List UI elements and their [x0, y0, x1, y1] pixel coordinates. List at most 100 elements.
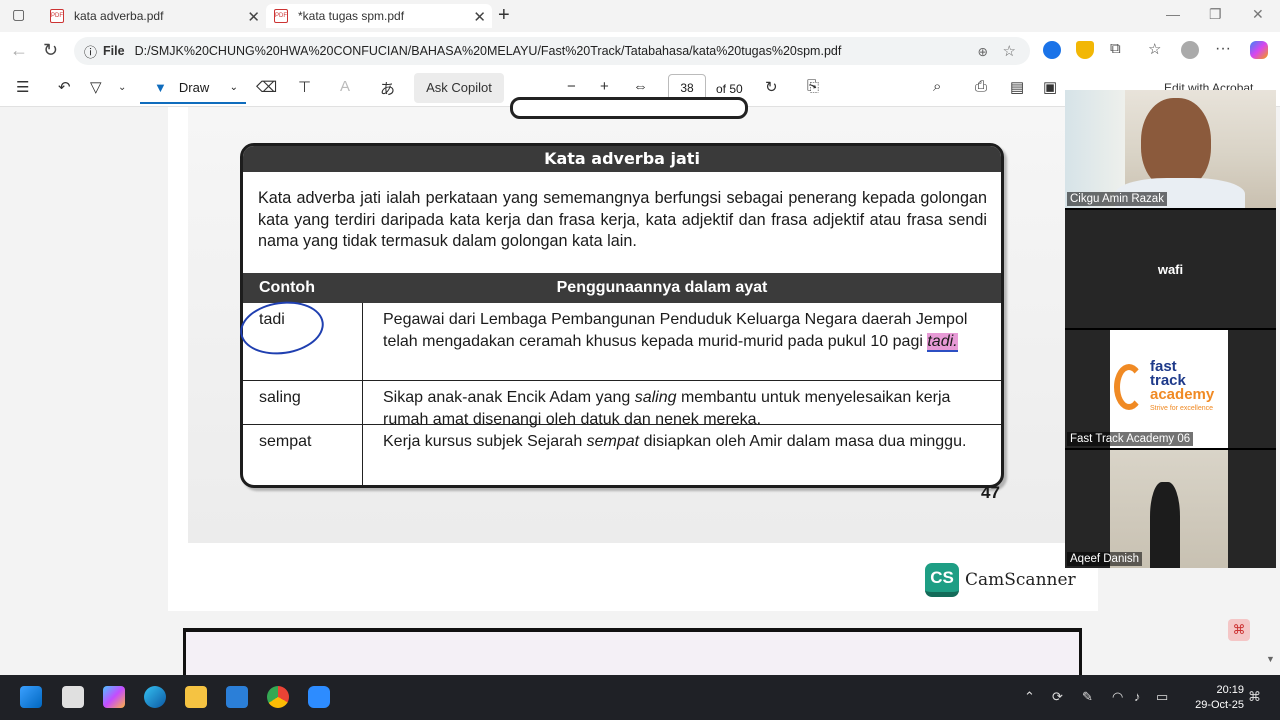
- close-tab-icon[interactable]: ✕: [247, 8, 260, 26]
- participant-face: [1141, 98, 1211, 190]
- emphasis-word: sempat: [586, 433, 640, 450]
- highlighted-word: tadi.: [927, 333, 958, 352]
- example-table: Contoh Penggunaannya dalam ayat tadi Peg…: [243, 273, 1001, 485]
- refresh-icon[interactable]: ↻: [43, 40, 58, 61]
- wifi-icon[interactable]: ◠: [1112, 689, 1123, 705]
- volume-icon[interactable]: ♪: [1134, 689, 1141, 704]
- zoom-out-icon[interactable]: −: [567, 78, 576, 95]
- url-text[interactable]: D:/SMJK%20CHUNG%20HWA%20CONFUCIAN/BAHASA…: [135, 44, 842, 58]
- page-view-icon[interactable]: ⎘: [807, 78, 819, 95]
- camscanner-watermark: CS CamScanner: [925, 563, 1076, 597]
- search-icon[interactable]: ⌕: [933, 78, 941, 95]
- file-explorer-icon[interactable]: [185, 686, 207, 708]
- undo-icon[interactable]: ↶: [58, 78, 71, 96]
- shield-extension-icon[interactable]: [1076, 41, 1094, 59]
- more-icon[interactable]: ···: [1215, 40, 1231, 58]
- address-bar-row: ← ↻ ⓘ File D:/SMJK%20CHUNG%20HWA%20CONFU…: [0, 32, 1280, 70]
- box-heading: Kata adverba jati: [243, 146, 1001, 172]
- back-icon[interactable]: ←: [10, 40, 28, 61]
- zoom-in-icon[interactable]: +: [600, 78, 609, 95]
- participant-tile[interactable]: fast track academy Strive for excellence…: [1065, 330, 1276, 448]
- ask-copilot-button[interactable]: Ask Copilot: [414, 73, 504, 103]
- copilot-icon[interactable]: [1250, 41, 1268, 59]
- start-icon[interactable]: [20, 686, 42, 708]
- clock[interactable]: 20:19 29-Oct-25: [1195, 683, 1244, 713]
- print-icon[interactable]: ⎙: [975, 78, 987, 95]
- example-sentence: Kerja kursus subjek Sejarah sempat disia…: [363, 425, 1001, 485]
- tab-kata-adverba[interactable]: PDF kata adverba.pdf ✕: [42, 4, 266, 28]
- text-box-icon[interactable]: ⊤: [298, 78, 311, 96]
- participant-name: Fast Track Academy 06: [1067, 432, 1194, 446]
- favorite-icon[interactable]: ☆: [1003, 42, 1016, 60]
- chevron-down-icon[interactable]: ⌄: [230, 82, 238, 93]
- sentence-text: Pegawai dari Lembaga Pembangunan Pendudu…: [383, 311, 968, 350]
- fast-track-logo: fast track academy Strive for excellence: [1110, 330, 1228, 448]
- content-box: Kata adverba jati Kata adverba jati iala…: [240, 143, 1004, 488]
- tab-title: kata adverba.pdf: [74, 9, 164, 23]
- fit-width-icon[interactable]: ⇔: [633, 78, 648, 95]
- notification-icon[interactable]: ⌘: [1248, 689, 1261, 705]
- edge-icon[interactable]: [144, 686, 166, 708]
- example-sentence: Sikap anak-anak Encik Adam yang saling m…: [363, 381, 1001, 428]
- acrobat-icon[interactable]: ⌘: [1228, 619, 1250, 641]
- header-penggunaan: Penggunaannya dalam ayat: [556, 279, 768, 296]
- close-tab-icon[interactable]: ✕: [473, 8, 486, 26]
- example-word: saling: [243, 381, 363, 424]
- zoom-app-icon[interactable]: [308, 686, 330, 708]
- pen-tray-icon[interactable]: ✎: [1082, 689, 1093, 705]
- task-view-icon[interactable]: [62, 686, 84, 708]
- translate-icon[interactable]: あ: [380, 78, 395, 99]
- favorites-icon[interactable]: ☆: [1148, 40, 1161, 58]
- file-scheme-label: File: [103, 44, 125, 58]
- chrome-icon[interactable]: [267, 686, 289, 708]
- extension-icon[interactable]: [1043, 41, 1061, 59]
- next-pdf-page: [183, 628, 1082, 676]
- example-word: sempat: [243, 425, 363, 485]
- zoom-icon[interactable]: ⊕: [978, 44, 988, 59]
- contents-icon[interactable]: ☰: [16, 78, 29, 96]
- silhouette: [1150, 482, 1180, 568]
- extensions-icon[interactable]: ⧉: [1110, 40, 1121, 57]
- draw-button[interactable]: ▼ Draw ⌄: [140, 73, 246, 104]
- participant-tile[interactable]: Aqeef Danish: [1065, 450, 1276, 568]
- pdf-icon: PDF: [274, 9, 288, 23]
- store-icon[interactable]: [226, 686, 248, 708]
- taskbar: ⌃ ⟳ ✎ ◠ ♪ ▭ 20:19 29-Oct-25 ⌘: [0, 675, 1280, 720]
- camscanner-text: CamScanner: [965, 570, 1076, 590]
- participant-name: wafi: [1157, 261, 1184, 277]
- scroll-down-icon[interactable]: ▼: [1266, 654, 1275, 664]
- previous-box-edge: [510, 97, 748, 119]
- save-icon[interactable]: ▤: [1010, 78, 1024, 96]
- show-hidden-icons-icon[interactable]: ⌃: [1024, 689, 1035, 705]
- tab-actions-icon[interactable]: ▢: [12, 6, 25, 23]
- sync-icon[interactable]: ⟳: [1052, 689, 1063, 705]
- save-as-icon[interactable]: ▣: [1043, 78, 1057, 96]
- pdf-page: Kata adverba jati Kata adverba jati iala…: [168, 97, 1098, 611]
- definition-text: Kata adverba jati ialah perkataan yang s…: [258, 189, 987, 250]
- info-icon[interactable]: ⓘ: [84, 42, 97, 61]
- chevron-down-icon[interactable]: ⌄: [118, 82, 126, 93]
- copilot-icon[interactable]: [103, 686, 125, 708]
- highlight-icon[interactable]: ▽: [90, 78, 102, 96]
- rotate-icon[interactable]: ↻: [765, 78, 778, 96]
- book-page-number: 47: [981, 483, 1000, 502]
- emphasis-word: saling: [634, 389, 677, 406]
- page-count: of 50: [716, 82, 743, 96]
- header-contoh: Contoh: [259, 279, 315, 296]
- camscanner-logo: CS: [925, 563, 959, 597]
- close-window-icon[interactable]: ✕: [1252, 6, 1264, 23]
- participant-tile[interactable]: Cikgu Amin Razak: [1065, 90, 1276, 208]
- tab-kata-tugas-spm[interactable]: PDF *kata tugas spm.pdf ✕: [266, 4, 492, 28]
- participant-tile[interactable]: wafi: [1065, 210, 1276, 328]
- minimize-icon[interactable]: —: [1166, 6, 1180, 22]
- maximize-icon[interactable]: ❐: [1209, 6, 1222, 23]
- new-tab-button[interactable]: +: [498, 4, 510, 27]
- address-bar[interactable]: ⓘ File D:/SMJK%20CHUNG%20HWA%20CONFUCIAN…: [74, 37, 1030, 65]
- battery-icon[interactable]: ▭: [1156, 689, 1168, 705]
- avatar[interactable]: [1181, 41, 1199, 59]
- date: 29-Oct-25: [1195, 699, 1244, 711]
- eraser-icon[interactable]: ⌫: [256, 78, 277, 96]
- time: 20:19: [1216, 684, 1244, 696]
- tab-title: *kata tugas spm.pdf: [298, 9, 405, 23]
- read-aloud-icon[interactable]: A: [340, 78, 350, 95]
